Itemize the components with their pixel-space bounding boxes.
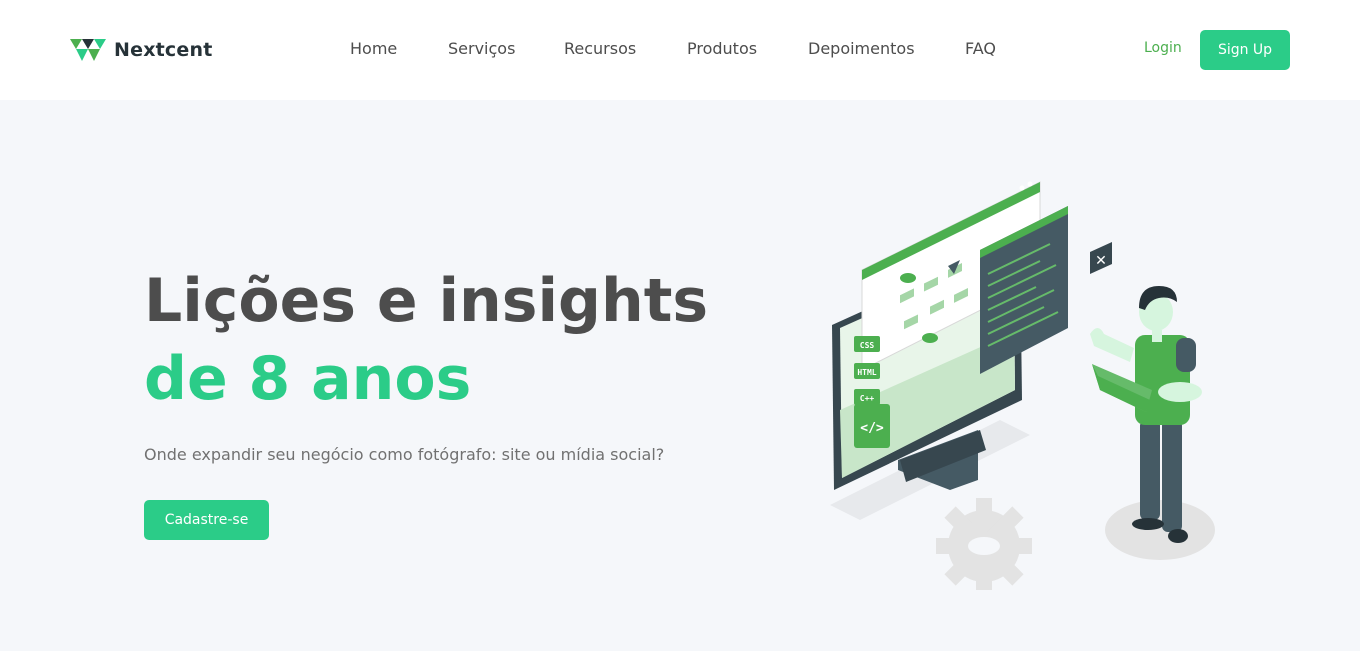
- hero-illustration: ✕ CSS HTML C++ </>: [830, 181, 1215, 590]
- nav-item-produtos[interactable]: Produtos: [687, 39, 757, 58]
- nav-item-faq[interactable]: FAQ: [965, 39, 996, 58]
- gear-icon: [936, 498, 1032, 590]
- nav-item-recursos[interactable]: Recursos: [564, 39, 636, 58]
- hero-title: Lições e insights de 8 anos: [144, 262, 708, 418]
- tag-html: HTML: [857, 368, 876, 377]
- hero-subtitle: Onde expandir seu negócio como fotógrafo…: [144, 445, 665, 464]
- tag-cpp: C++: [860, 394, 875, 403]
- hero-title-line2: de 8 anos: [144, 344, 472, 414]
- nav-item-home[interactable]: Home: [350, 39, 397, 58]
- tag-css: CSS: [860, 341, 875, 350]
- signup-button[interactable]: Sign Up: [1200, 30, 1290, 70]
- nav-item-depoimentos[interactable]: Depoimentos: [808, 39, 915, 58]
- close-symbol: ✕: [1095, 253, 1107, 269]
- close-icon: ✕: [1090, 242, 1112, 274]
- hero-title-line1: Lições e insights: [144, 266, 709, 336]
- site-header: Nextcent Home Serviços Recursos Produtos…: [0, 0, 1360, 100]
- signup-cta-button[interactable]: Cadastre-se: [144, 500, 269, 540]
- nav-item-servicos[interactable]: Serviços: [448, 39, 515, 58]
- login-link[interactable]: Login: [1144, 40, 1182, 56]
- code-symbol: </>: [860, 421, 884, 436]
